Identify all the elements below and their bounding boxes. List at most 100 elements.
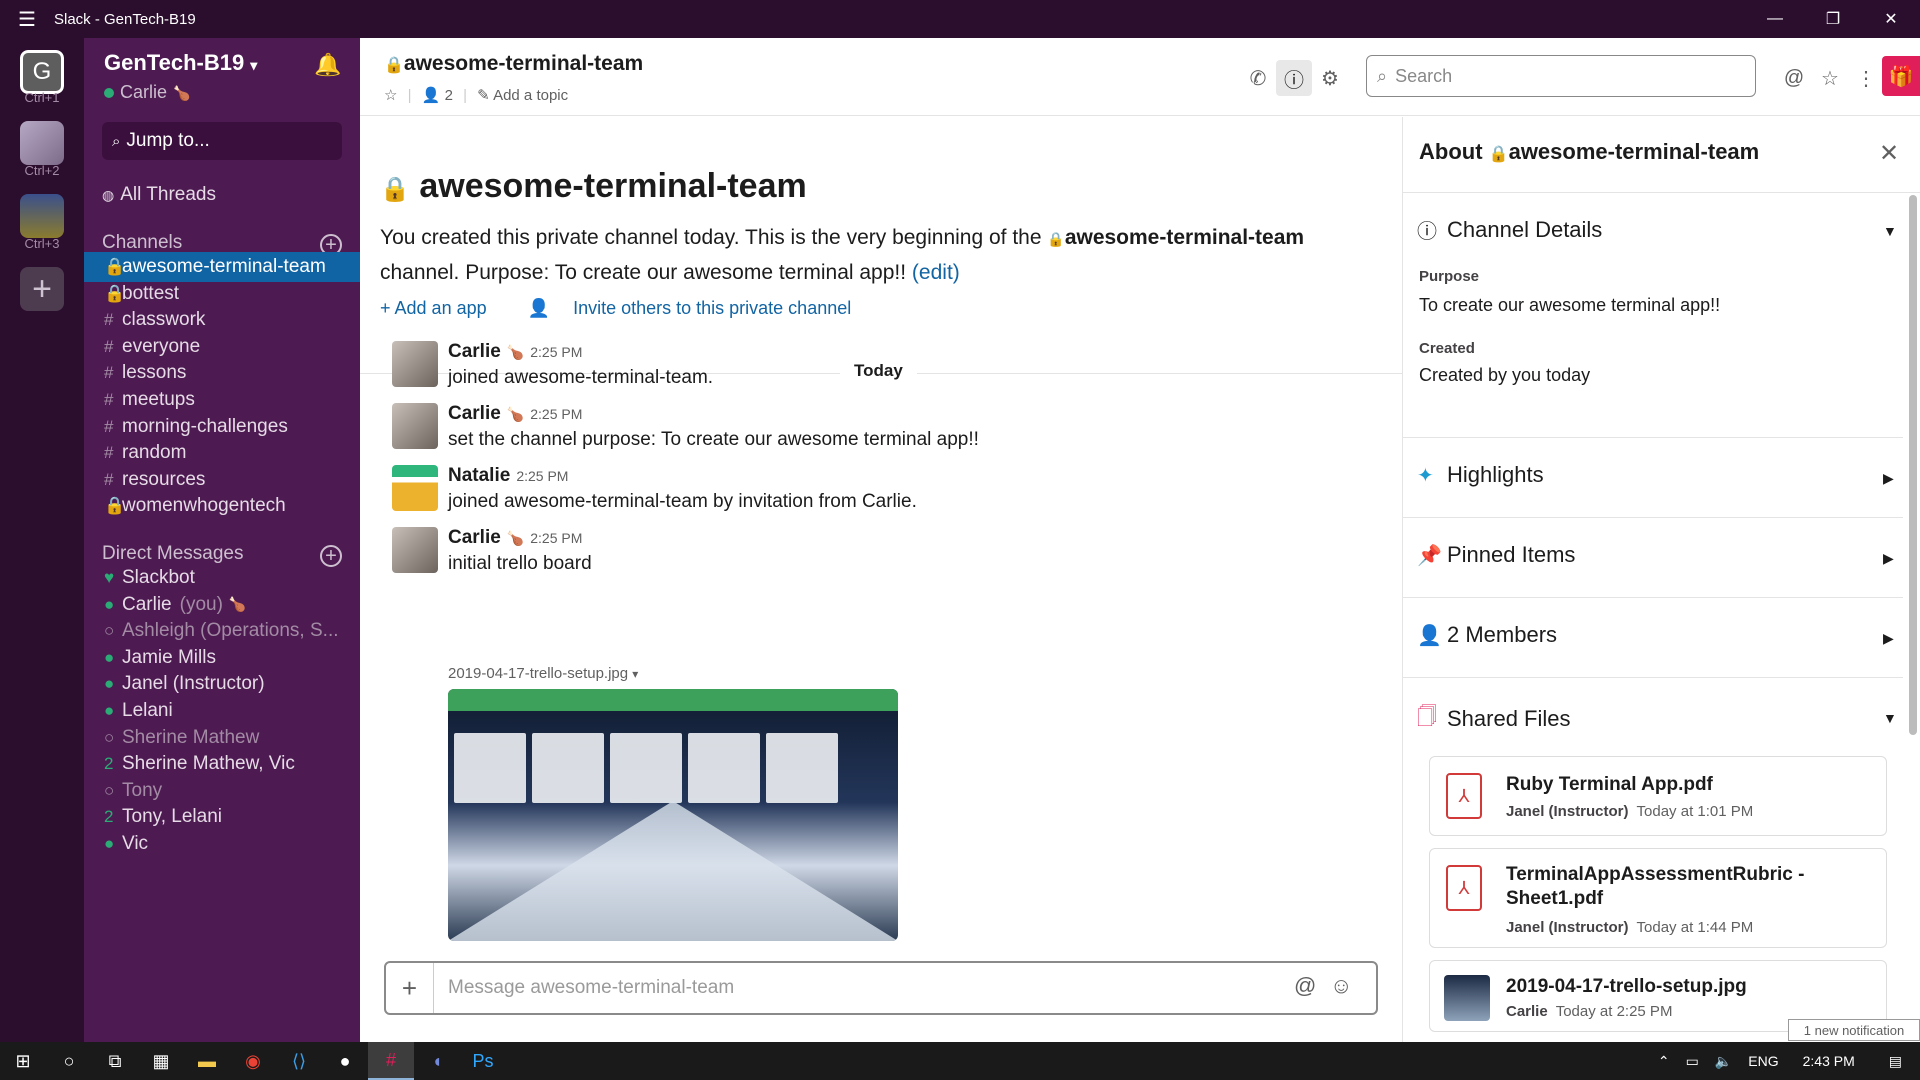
message-time[interactable]: 2:25 PM (530, 344, 582, 360)
task-view-icon[interactable]: ⧉ (92, 1042, 138, 1080)
sidebar-channel-awesome-terminal-team[interactable]: 🔒 awesome-terminal-team (84, 252, 360, 282)
current-user[interactable]: Carlie 🍗 (104, 82, 190, 103)
restore-button[interactable]: ❐ (1804, 0, 1862, 38)
sidebar-dm-item[interactable]: ● Vic (84, 829, 360, 859)
avatar[interactable] (392, 527, 438, 573)
app-icon[interactable]: ● (322, 1042, 368, 1080)
sidebar-dm-item[interactable]: ○ Ashleigh (Operations, S... (84, 616, 360, 646)
sidebar-channel-everyone[interactable]: # everyone (84, 332, 360, 362)
sidebar-dm-item[interactable]: ♥ Slackbot (84, 563, 360, 593)
more-options-icon[interactable]: ⋮ (1848, 60, 1884, 96)
author-name[interactable]: Carlie (448, 403, 501, 424)
members-section[interactable]: 👤 2 Members ▶ (1403, 598, 1903, 678)
edit-purpose-link[interactable]: (edit) (912, 261, 960, 284)
channel-title[interactable]: 🔒awesome-terminal-team (384, 52, 643, 76)
jump-to-button[interactable]: ⌕ Jump to... (102, 122, 342, 160)
chevron-up-icon[interactable]: ⌃ (1650, 1053, 1678, 1070)
file-name[interactable]: TerminalAppAssessmentRubric - Sheet1.pdf (1506, 863, 1826, 911)
bell-icon[interactable]: 🔔 (314, 52, 341, 78)
mention-icon[interactable]: @ (1294, 973, 1316, 999)
chevron-right-icon[interactable]: ▶ (1883, 470, 1894, 487)
vscode-icon[interactable]: ⟨⟩ (276, 1042, 322, 1080)
starred-items-icon[interactable]: ☆ (1812, 60, 1848, 96)
sidebar-channel-bottest[interactable]: 🔒 bottest (84, 279, 360, 309)
sidebar-dm-item[interactable]: ● Jamie Mills (84, 643, 360, 673)
dm-heading[interactable]: Direct Messages (102, 543, 244, 565)
language-indicator[interactable]: ENG (1740, 1053, 1786, 1069)
phone-icon[interactable]: ✆ (1240, 60, 1276, 96)
attachment-filename[interactable]: 2019-04-17-trello-setup.jpg (448, 665, 628, 682)
pinned-toggle[interactable]: 📌 Pinned Items (1417, 542, 1575, 568)
sidebar-channel-random[interactable]: # random (84, 438, 360, 468)
chevron-right-icon[interactable]: ▶ (1883, 630, 1894, 647)
file-explorer-icon[interactable]: ▬ (184, 1042, 230, 1080)
minimize-button[interactable]: — (1746, 0, 1804, 38)
cortana-icon[interactable]: ○ (46, 1042, 92, 1080)
sidebar-dm-item[interactable]: 2 Tony, Lelani (84, 802, 360, 832)
invite-button[interactable]: 👤 Invite others to this private channel (528, 298, 870, 318)
volume-icon[interactable]: 🔈 (1707, 1053, 1740, 1070)
attach-button[interactable]: + (386, 963, 434, 1013)
sidebar-dm-item[interactable]: 2 Sherine Mathew, Vic (84, 749, 360, 779)
file-name[interactable]: Ruby Terminal App.pdf (1506, 773, 1713, 797)
avatar[interactable] (392, 465, 438, 511)
sidebar-channel-morning-challenges[interactable]: # morning-challenges (84, 412, 360, 442)
all-threads-link[interactable]: ◍ All Threads (102, 184, 216, 206)
message-composer[interactable]: + Message awesome-terminal-team @ ☺ (384, 961, 1378, 1015)
sidebar-channel-lessons[interactable]: # lessons (84, 358, 360, 388)
attachment-name[interactable]: 2019-04-17-trello-setup.jpg ▾ (448, 665, 638, 682)
attachment-image[interactable] (448, 689, 898, 941)
action-center-icon[interactable]: ▤ (1871, 1053, 1920, 1070)
panel-scrollbar[interactable] (1909, 195, 1917, 735)
add-workspace-button[interactable]: + (20, 267, 64, 311)
star-icon[interactable]: ☆ (384, 87, 397, 104)
message-author[interactable]: Carlie 🍗 2:25 PM (448, 341, 582, 363)
sidebar-dm-item[interactable]: ○ Sherine Mathew (84, 723, 360, 753)
mentions-icon[interactable]: @ (1776, 60, 1812, 96)
shared-files-toggle[interactable]: 🗍 Shared Files (1417, 702, 1571, 736)
author-name[interactable]: Carlie (448, 341, 501, 362)
sidebar-channel-classwork[interactable]: # classwork (84, 305, 360, 335)
new-notification-badge[interactable]: 1 new notification (1788, 1019, 1920, 1041)
add-app-button[interactable]: + Add an app (380, 298, 505, 318)
message-author[interactable]: Carlie 🍗 2:25 PM (448, 527, 582, 549)
message-input[interactable]: Message awesome-terminal-team (448, 977, 734, 999)
sidebar-dm-item[interactable]: ● Janel (Instructor) (84, 669, 360, 699)
message-time[interactable]: 2:25 PM (516, 468, 568, 484)
photoshop-icon[interactable]: Ps (460, 1042, 506, 1080)
author-name[interactable]: Carlie (448, 527, 501, 548)
discord-icon[interactable]: ◖ (414, 1042, 460, 1080)
slack-taskbar-icon[interactable]: # (368, 1042, 414, 1080)
close-icon[interactable]: ✕ (1879, 139, 1899, 168)
file-name[interactable]: 2019-04-17-trello-setup.jpg (1506, 975, 1747, 999)
add-topic-link[interactable]: Add a topic (493, 87, 568, 104)
chevron-down-icon[interactable]: ▼ (1883, 710, 1897, 726)
close-window-button[interactable]: ✕ (1862, 0, 1920, 38)
sidebar-dm-item[interactable]: ○ Tony (84, 776, 360, 806)
workspace-2[interactable] (20, 121, 64, 165)
chrome-icon[interactable]: ◉ (230, 1042, 276, 1080)
chevron-right-icon[interactable]: ▶ (1883, 550, 1894, 567)
sidebar-dm-item[interactable]: ● Carlie (you) 🍗 (84, 590, 360, 620)
day-divider-label[interactable]: Today (840, 361, 917, 381)
hamburger-menu-icon[interactable]: ☰ (0, 7, 54, 32)
message-author[interactable]: Natalie 2:25 PM (448, 465, 568, 487)
channel-details-toggle[interactable]: ⓘ Channel Details (1417, 215, 1602, 244)
file-card[interactable]: ⅄ Ruby Terminal App.pdf Janel (Instructo… (1429, 756, 1887, 836)
avatar[interactable] (392, 403, 438, 449)
calculator-icon[interactable]: ▦ (138, 1042, 184, 1080)
clock[interactable]: 2:43 PM (1787, 1053, 1871, 1069)
workspace-3[interactable] (20, 194, 64, 238)
gear-icon[interactable]: ⚙ (1312, 60, 1348, 96)
highlights-toggle[interactable]: ✦ Highlights (1417, 462, 1544, 488)
team-menu[interactable]: GenTech-B19 ▾ (104, 50, 257, 76)
members-toggle[interactable]: 👤 2 Members (1417, 622, 1557, 648)
battery-icon[interactable]: ▭ (1678, 1053, 1707, 1070)
message-time[interactable]: 2:25 PM (530, 530, 582, 546)
member-count[interactable]: 2 (445, 87, 453, 104)
file-card[interactable]: ⅄ TerminalAppAssessmentRubric - Sheet1.p… (1429, 848, 1887, 948)
members-icon[interactable]: 👤 (422, 87, 441, 104)
search-input[interactable]: ⌕ Search (1366, 55, 1756, 97)
message-time[interactable]: 2:25 PM (530, 406, 582, 422)
emoji-icon[interactable]: ☺ (1330, 973, 1352, 999)
